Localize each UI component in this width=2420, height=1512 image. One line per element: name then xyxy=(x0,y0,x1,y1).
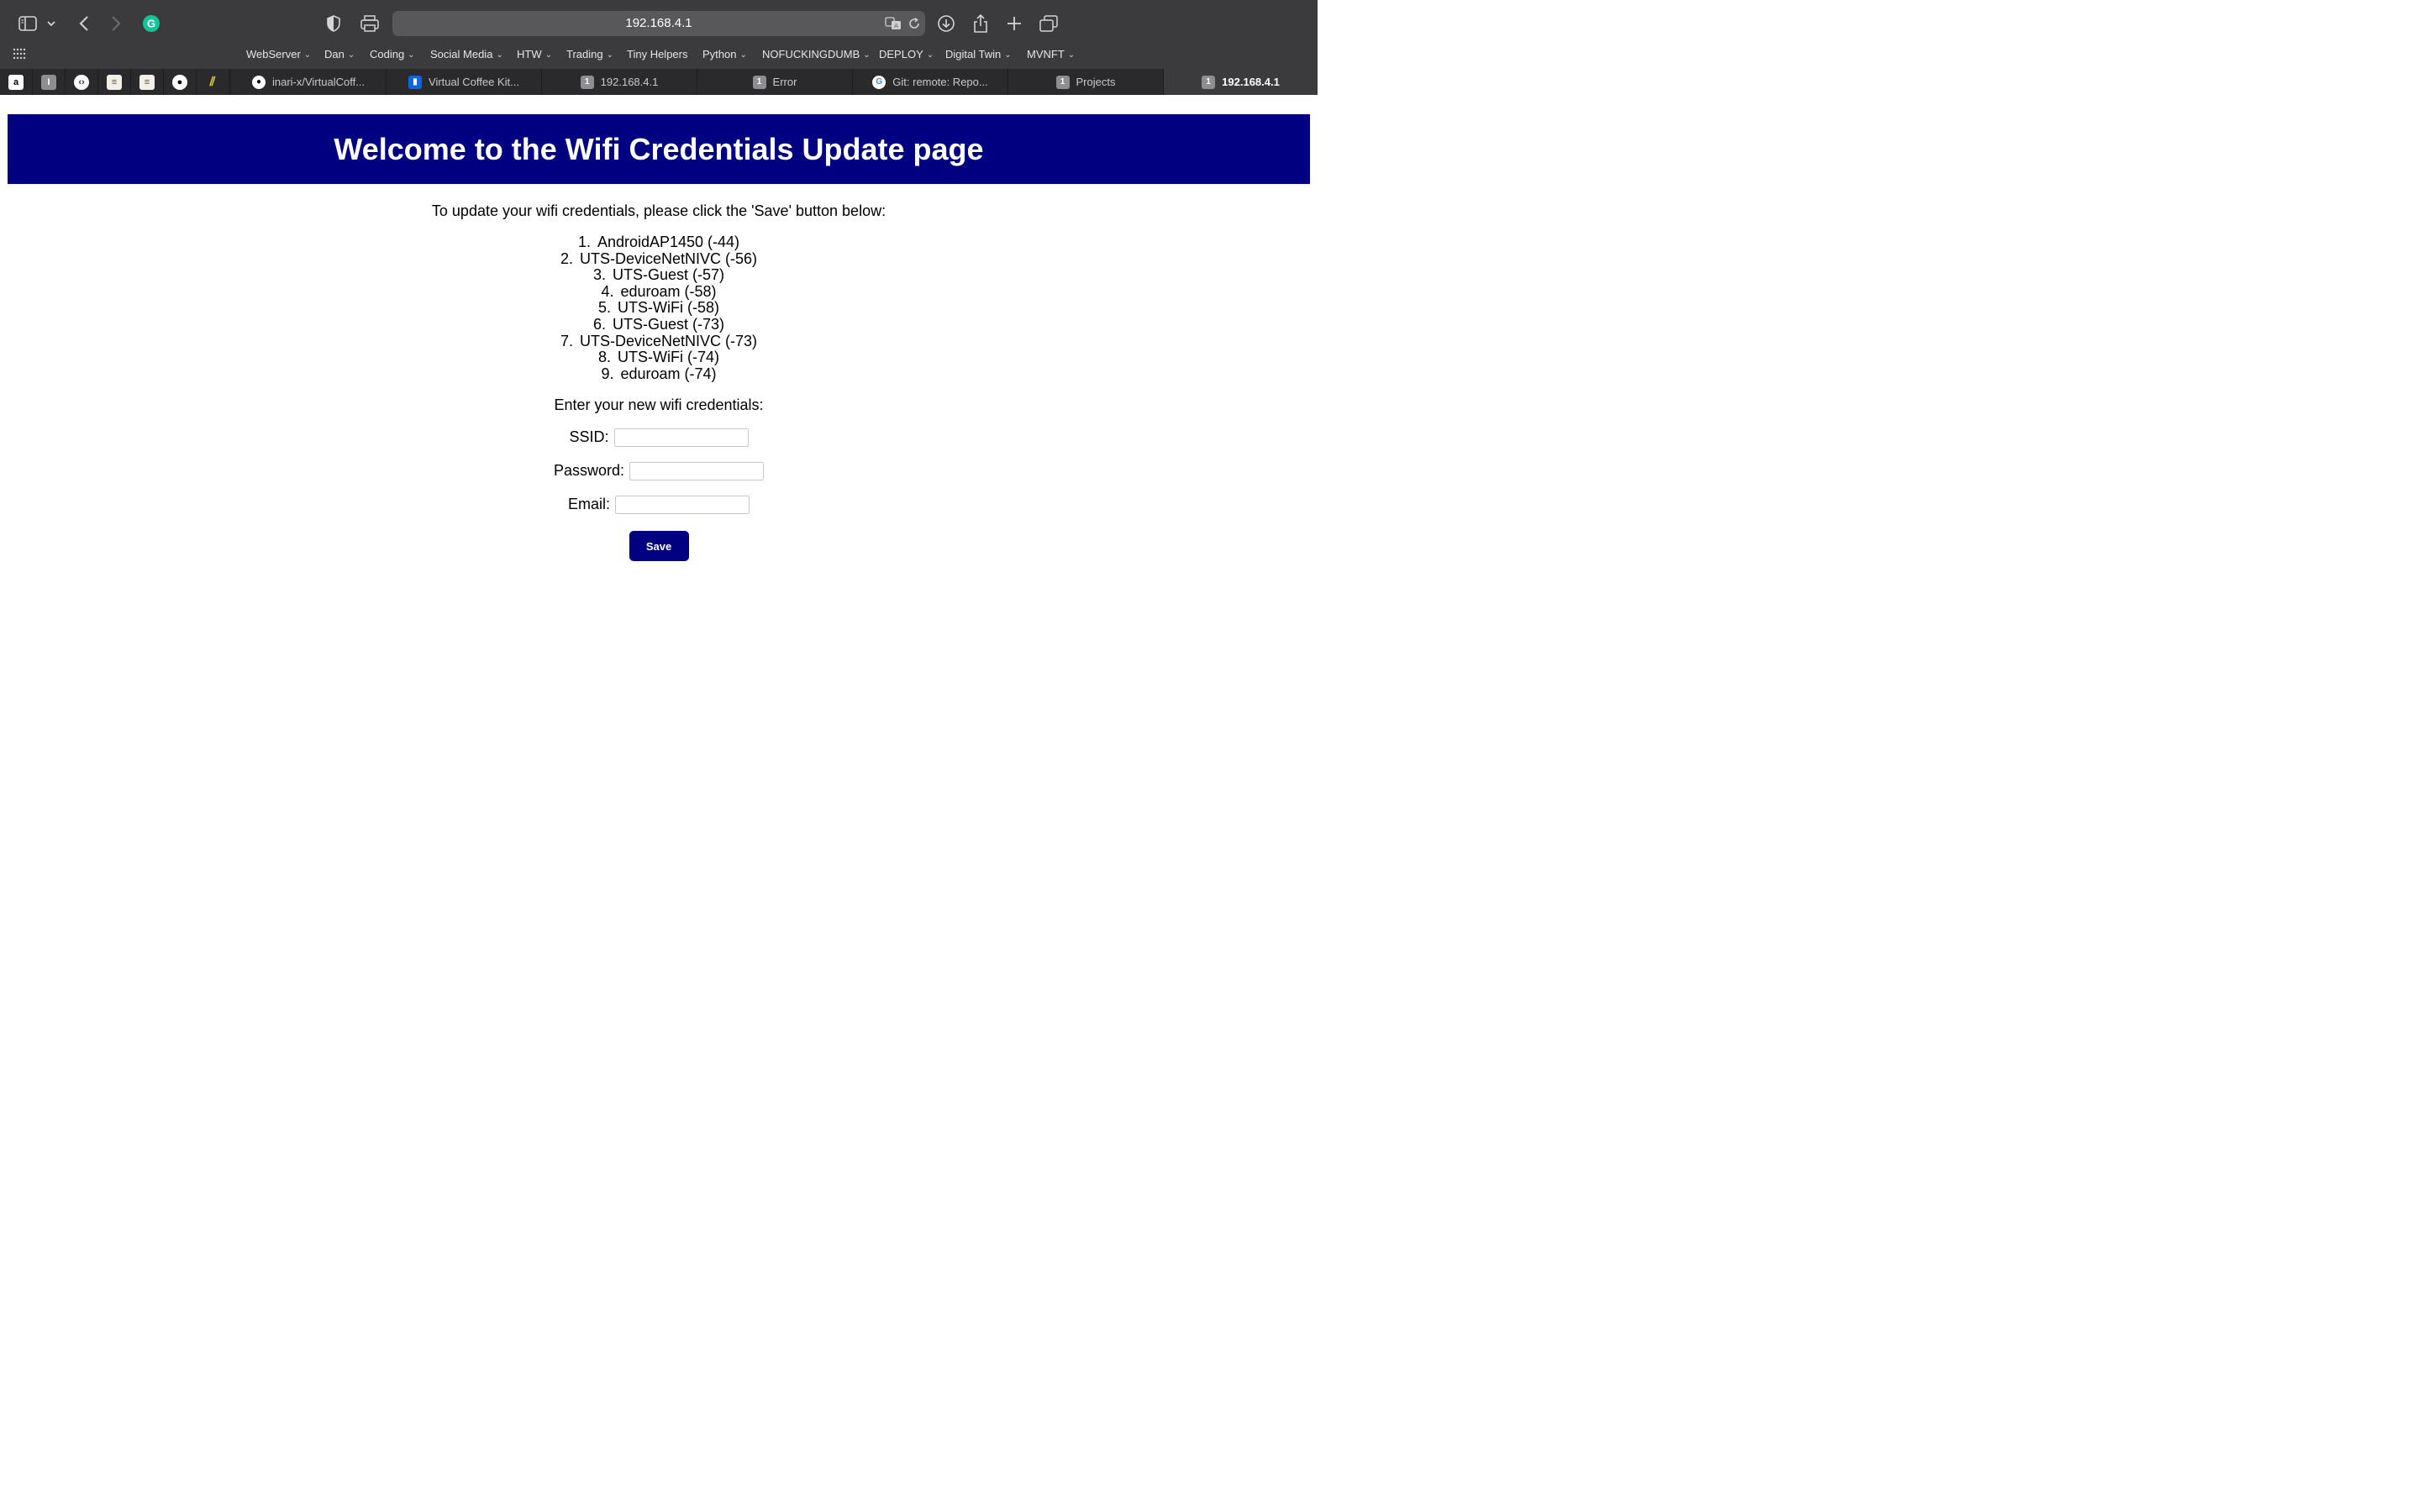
bookmark-digital-twin[interactable]: Digital Twin ⌄ xyxy=(945,48,1012,60)
print-icon[interactable] xyxy=(358,12,381,35)
ssid-label: SSID: xyxy=(569,428,609,446)
bookmark-social-media[interactable]: Social Media ⌄ xyxy=(430,48,503,60)
credentials-prompt: Enter your new wifi credentials: xyxy=(554,396,764,414)
ssid-input[interactable] xyxy=(613,428,749,447)
shield-icon[interactable] xyxy=(322,12,345,35)
grammarly-icon[interactable]: G xyxy=(139,12,163,35)
tab-git-remote[interactable]: G Git: remote: Repo... xyxy=(852,69,1007,95)
list-item: 9. eduroam (-74) xyxy=(601,365,717,382)
tab-strip: a I ‹› ≡ ≡ ● ⫽ ● inari-x/VirtualCoff... … xyxy=(0,69,1318,95)
pinned-tab-code[interactable]: ‹› xyxy=(66,69,98,95)
bookmark-tiny-helpers[interactable]: Tiny Helpers xyxy=(627,48,687,60)
chevron-down-icon: ⌄ xyxy=(408,50,415,60)
apps-grid-icon[interactable] xyxy=(13,48,26,62)
svg-text:G: G xyxy=(147,18,155,30)
tab-192-168-4-1-active[interactable]: 1 192.168.4.1 xyxy=(1163,69,1318,95)
notes-icon: ⫽ xyxy=(205,74,220,90)
url-text[interactable]: 192.168.4.1 xyxy=(392,16,925,30)
email-label: Email: xyxy=(567,496,610,513)
chevron-down-icon: ⌄ xyxy=(347,50,355,60)
chevron-down-icon: ⌄ xyxy=(496,50,503,60)
password-label: Password: xyxy=(553,462,625,480)
download-icon[interactable] xyxy=(934,12,958,35)
google-icon: G xyxy=(872,75,886,89)
tab-trello-virtual-coffee[interactable]: ▮ Virtual Coffee Kit... xyxy=(386,69,541,95)
browser-chrome: G 192.168.4.1 A WebServer ⌄ Dan ⌄ Coding… xyxy=(0,0,1318,95)
bookmark-deploy[interactable]: DEPLOY ⌄ xyxy=(879,48,934,60)
pinned-tab-notes[interactable]: ⫽ xyxy=(197,69,229,95)
document-icon: ≡ xyxy=(139,74,155,90)
bookmarks-bar: WebServer ⌄ Dan ⌄ Coding ⌄ Social Media ⌄ HT… xyxy=(0,47,1318,69)
chevron-down-icon: ⌄ xyxy=(303,50,312,60)
code-icon: ‹› xyxy=(74,74,89,90)
tab-badge: 1 xyxy=(1055,75,1070,89)
tab-projects[interactable]: 1 Projects xyxy=(1007,69,1163,95)
pinned-tab-doc-1[interactable]: ≡ xyxy=(98,69,131,95)
letter-i-icon: I xyxy=(41,74,56,90)
list-item: 8. UTS-WiFi (-74) xyxy=(598,349,719,366)
sidebar-toggle-icon[interactable] xyxy=(17,12,39,35)
new-tab-icon[interactable] xyxy=(1002,12,1026,35)
bookmark-trading[interactable]: Trading ⌄ xyxy=(566,48,613,60)
tab-192-168-4-1[interactable]: 1 192.168.4.1 xyxy=(541,69,697,95)
pinned-tab-doc-2[interactable]: ≡ xyxy=(131,69,164,95)
trello-icon: ▮ xyxy=(408,75,423,89)
chevron-down-icon: ⌄ xyxy=(926,50,934,60)
bookmark-coding[interactable]: Coding ⌄ xyxy=(370,48,415,60)
document-icon: ≡ xyxy=(107,74,122,90)
amazon-icon: a xyxy=(8,74,24,90)
bookmark-python[interactable]: Python ⌄ xyxy=(702,48,747,60)
tab-error[interactable]: 1 Error xyxy=(697,69,852,95)
forward-icon[interactable] xyxy=(104,12,128,35)
tab-badge: 1 xyxy=(580,75,594,89)
svg-text:A: A xyxy=(894,23,898,29)
page-banner: Welcome to the Wifi Credentials Update p… xyxy=(8,114,1310,184)
pinned-tab-amazon[interactable]: a xyxy=(0,69,33,95)
email-input[interactable] xyxy=(615,495,750,514)
list-item: 7. UTS-DeviceNetNIVC (-73) xyxy=(560,332,758,349)
save-button[interactable]: Save xyxy=(629,531,689,562)
bookmark-htw[interactable]: HTW ⌄ xyxy=(517,48,552,60)
address-bar[interactable]: 192.168.4.1 A xyxy=(392,11,925,36)
bookmark-nofuckingdumb[interactable]: NOFUCKINGDUMB ⌄ xyxy=(762,48,871,60)
tab-badge: 1 xyxy=(752,75,766,89)
bookmark-webserver[interactable]: WebServer ⌄ xyxy=(246,48,311,60)
network-list: 1. AndroidAP1450 (-44) 2. UTS-DeviceNetNIV… xyxy=(0,234,1318,382)
reload-icon[interactable] xyxy=(906,15,923,32)
github-icon: ● xyxy=(172,74,187,90)
chevron-down-icon: ⌄ xyxy=(739,50,747,60)
password-input[interactable] xyxy=(629,461,765,480)
list-item: 1. AndroidAP1450 (-44) xyxy=(577,234,740,250)
tab-badge: 1 xyxy=(1202,75,1216,89)
chevron-down-icon: ⌄ xyxy=(1004,50,1012,60)
chevron-down-icon: ⌄ xyxy=(863,50,871,60)
list-item: 3. UTS-Guest (-57) xyxy=(592,266,725,284)
list-item: 5. UTS-WiFi (-58) xyxy=(598,299,719,317)
list-item: 2. UTS-DeviceNetNIVC (-56) xyxy=(560,249,758,267)
bookmark-dan[interactable]: Dan ⌄ xyxy=(324,48,355,60)
chevron-down-icon: ⌄ xyxy=(544,50,552,60)
pinned-tab-i[interactable]: I xyxy=(33,69,66,95)
email-row: Email: xyxy=(0,494,1318,515)
pinned-tab-github[interactable]: ● xyxy=(164,69,197,95)
list-item: 4. eduroam (-58) xyxy=(601,282,717,300)
bookmark-mvnft[interactable]: MVNFT ⌄ xyxy=(1027,48,1075,60)
chevron-down-icon[interactable] xyxy=(44,12,59,35)
tab-github-virtualcoffee[interactable]: ● inari-x/VirtualCoff... xyxy=(230,69,386,95)
browser-toolbar: G 192.168.4.1 A xyxy=(0,0,1318,47)
share-icon[interactable] xyxy=(969,12,992,35)
password-row: Password: xyxy=(0,460,1318,481)
github-icon: ● xyxy=(251,75,266,89)
translate-icon[interactable]: A xyxy=(885,15,902,32)
back-icon[interactable] xyxy=(72,12,96,35)
chevron-down-icon: ⌄ xyxy=(606,50,613,60)
chevron-down-icon: ⌄ xyxy=(1067,50,1076,60)
ssid-row: SSID: xyxy=(0,427,1318,448)
intro-text: To update your wifi credentials, please … xyxy=(431,202,886,219)
page-content: To update your wifi credentials, please … xyxy=(0,184,1318,562)
tab-overview-icon[interactable] xyxy=(1037,12,1060,35)
page-title: Welcome to the Wifi Credentials Update p… xyxy=(334,131,984,166)
list-item: 6. UTS-Guest (-73) xyxy=(592,315,725,333)
